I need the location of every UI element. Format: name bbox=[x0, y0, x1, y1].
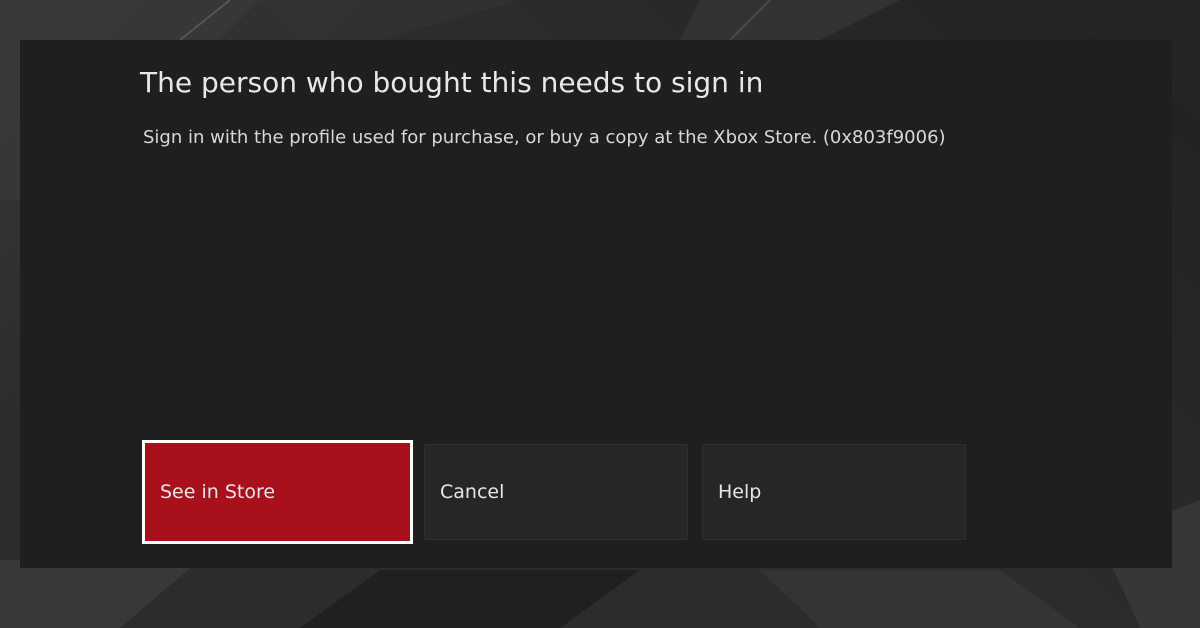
error-dialog: The person who bought this needs to sign… bbox=[20, 40, 1172, 568]
help-button[interactable]: Help bbox=[702, 444, 966, 540]
dialog-title: The person who bought this needs to sign… bbox=[140, 66, 763, 99]
cancel-button[interactable]: Cancel bbox=[424, 444, 688, 540]
see-in-store-label: See in Store bbox=[160, 481, 275, 503]
dialog-message: Sign in with the profile used for purcha… bbox=[143, 127, 946, 148]
cancel-label: Cancel bbox=[440, 481, 504, 503]
see-in-store-button[interactable]: See in Store bbox=[142, 440, 413, 544]
help-label: Help bbox=[718, 481, 761, 503]
